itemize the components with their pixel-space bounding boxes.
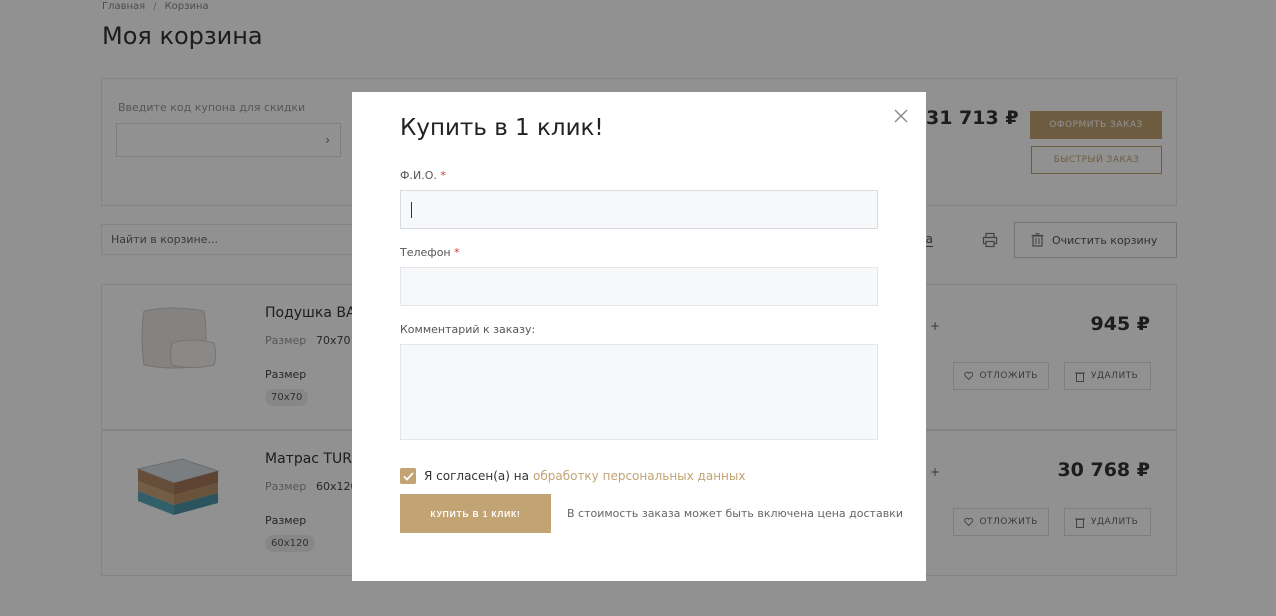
phone-label: Телефон * <box>400 246 460 259</box>
phone-label-text: Телефон <box>400 246 451 259</box>
check-icon <box>402 471 414 481</box>
comment-textarea[interactable] <box>400 344 878 440</box>
fio-label: Ф.И.О. * <box>400 169 446 182</box>
required-mark: * <box>454 246 460 259</box>
modal-title: Купить в 1 клик! <box>400 115 604 141</box>
privacy-policy-link[interactable]: обработку персональных данных <box>533 469 746 483</box>
consent-text: Я согласен(а) на <box>424 469 529 483</box>
text-cursor <box>411 202 412 218</box>
buy-one-click-modal: Купить в 1 клик! Ф.И.О. * Телефон * Комм… <box>352 92 926 581</box>
buy-one-click-button[interactable]: КУПИТЬ В 1 КЛИК! <box>400 494 551 533</box>
phone-field[interactable] <box>400 267 878 306</box>
required-mark: * <box>440 169 446 182</box>
comment-label: Комментарий к заказу: <box>400 323 536 336</box>
delivery-note: В стоимость заказа может быть включена ц… <box>567 507 903 520</box>
consent-checkbox[interactable] <box>400 468 416 484</box>
close-icon[interactable] <box>893 108 909 124</box>
consent-row: Я согласен(а) на обработку персональных … <box>400 468 745 484</box>
fio-field[interactable] <box>400 190 878 229</box>
fio-label-text: Ф.И.О. <box>400 169 437 182</box>
